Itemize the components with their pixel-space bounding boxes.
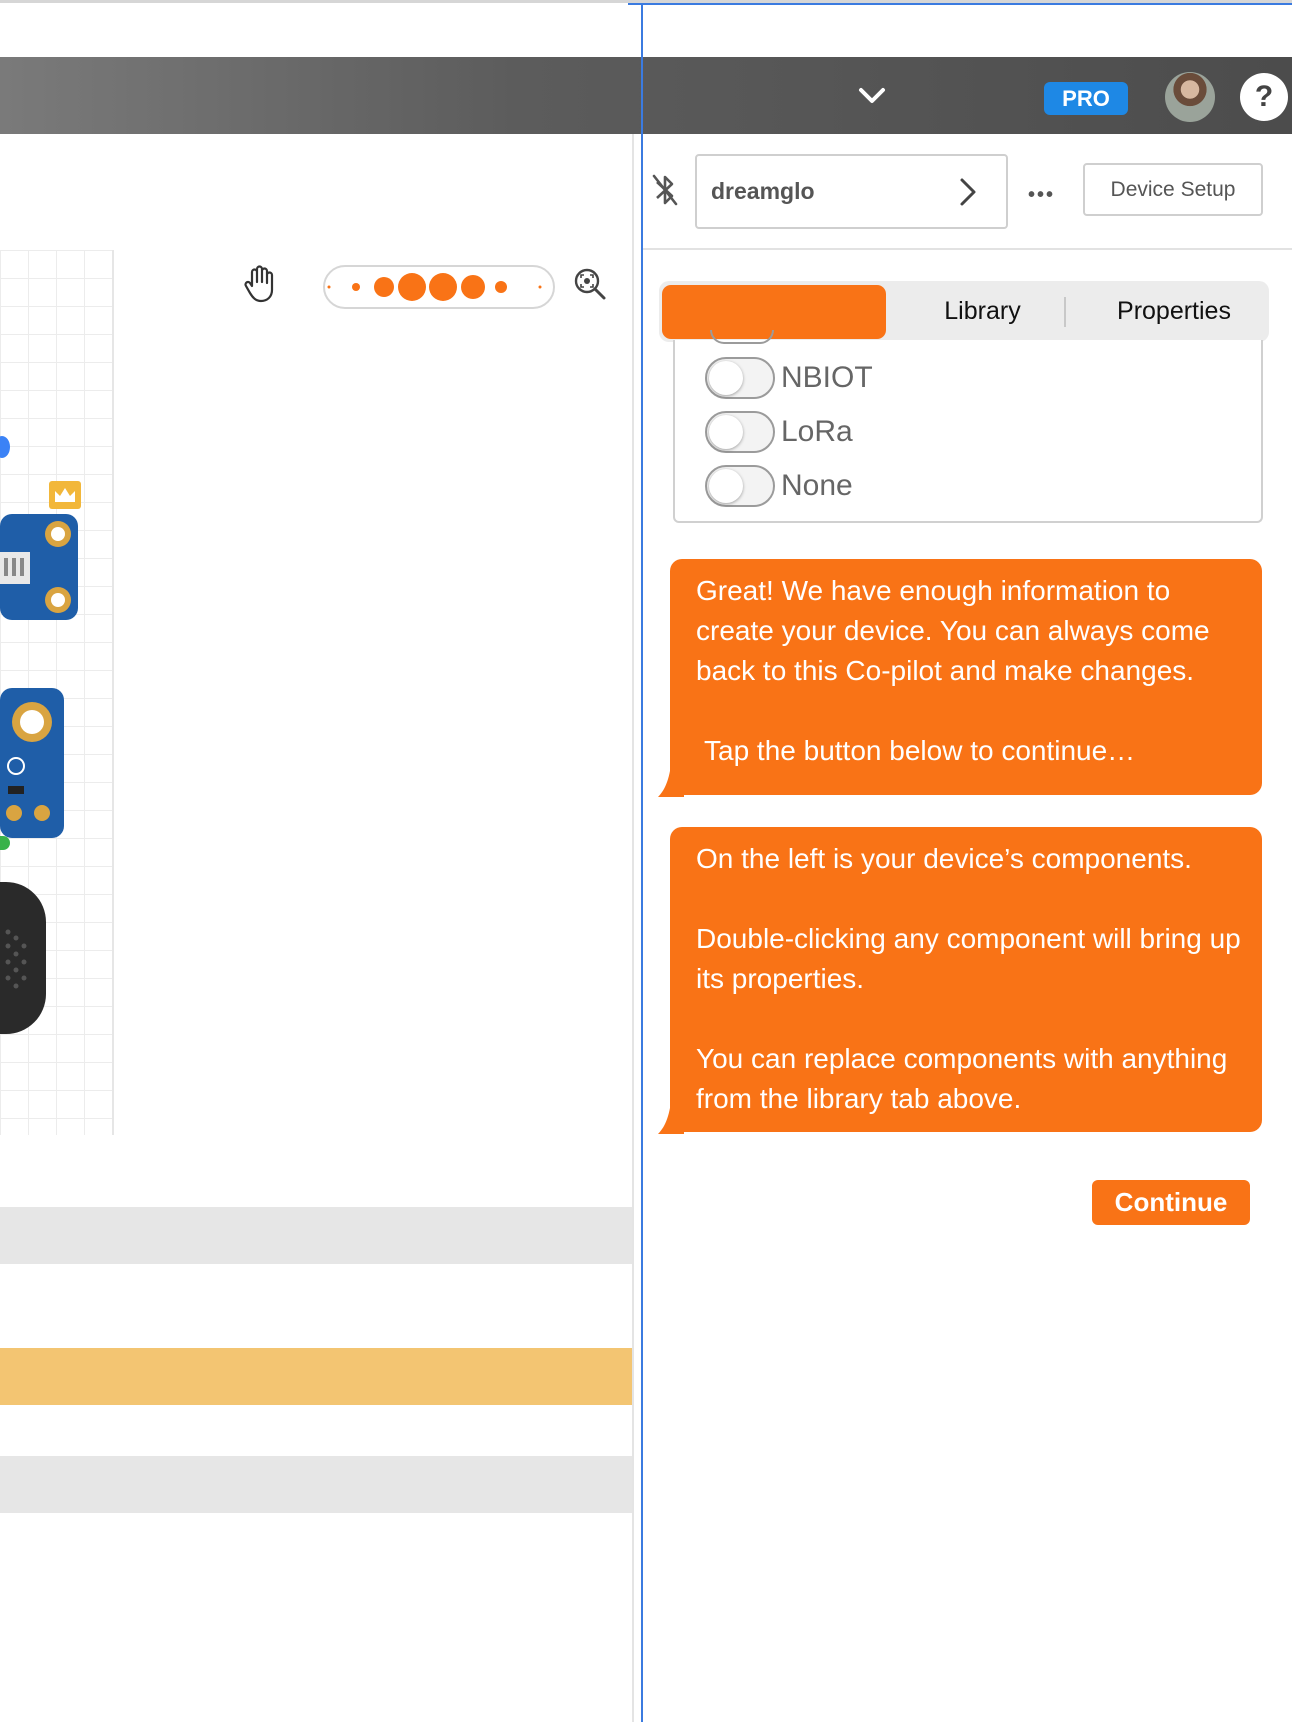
list-row-highlighted [0,1348,632,1405]
toolbar-divider [643,248,1292,250]
chat-message: Great! We have enough information to cre… [658,559,1262,797]
sensor-component[interactable] [0,514,78,620]
bubble-tail [658,757,684,797]
chevron-right-icon [955,174,981,210]
continue-button[interactable]: Continue [1092,1180,1250,1225]
panel-top-border [628,3,1292,5]
option-label: None [781,469,853,502]
speaker-component[interactable] [0,882,46,1034]
chat-message: On the left is your device’s components.… [658,827,1262,1134]
message-text: Double-clicking any component will bring… [696,923,1241,994]
option-label: LoRa [781,415,853,448]
more-dots-icon[interactable]: ••• [1028,184,1055,207]
connectivity-options: NBIOT LoRa None [673,330,1263,523]
bluetooth-off-icon[interactable] [650,172,680,208]
message-text: Great! We have enough information to cre… [696,575,1210,686]
message-text: Tap the button below to continue… [704,735,1136,766]
panel-divider[interactable] [641,3,643,1722]
bubble-tail [658,1094,684,1134]
list-row-gray [0,1207,632,1264]
toggle-partial [710,330,774,344]
tab-copilot[interactable] [662,285,886,339]
toggle-lora[interactable] [705,411,775,453]
list-row-gray [0,1456,632,1513]
help-icon[interactable]: ? [1240,73,1288,121]
zoom-slider[interactable] [323,265,555,309]
option-row: NBIOT [705,356,873,400]
message-text: You can replace components with anything… [696,1043,1228,1114]
device-name: dreamglo [711,178,815,204]
tab-separator [1064,297,1066,327]
panel-edge [632,134,634,1722]
pro-badge: PRO [1044,82,1128,115]
chevron-down-icon[interactable] [852,78,892,114]
toggle-none[interactable] [705,465,775,507]
device-setup-button[interactable]: Device Setup [1083,163,1263,216]
option-row: None [705,464,853,508]
option-row: LoRa [705,410,853,454]
toggle-nbiot[interactable] [705,357,775,399]
option-label: NBIOT [781,361,873,394]
tab-properties[interactable]: Properties [1079,281,1269,342]
message-text: On the left is your device’s components. [696,843,1192,874]
tab-library[interactable]: Library [886,281,1079,342]
user-avatar[interactable] [1165,72,1215,122]
crown-icon [49,481,81,509]
device-selector[interactable]: dreamglo [695,154,1008,229]
zoom-fit-icon[interactable] [572,266,608,302]
hand-icon[interactable] [242,264,278,304]
module-component[interactable] [0,688,64,838]
